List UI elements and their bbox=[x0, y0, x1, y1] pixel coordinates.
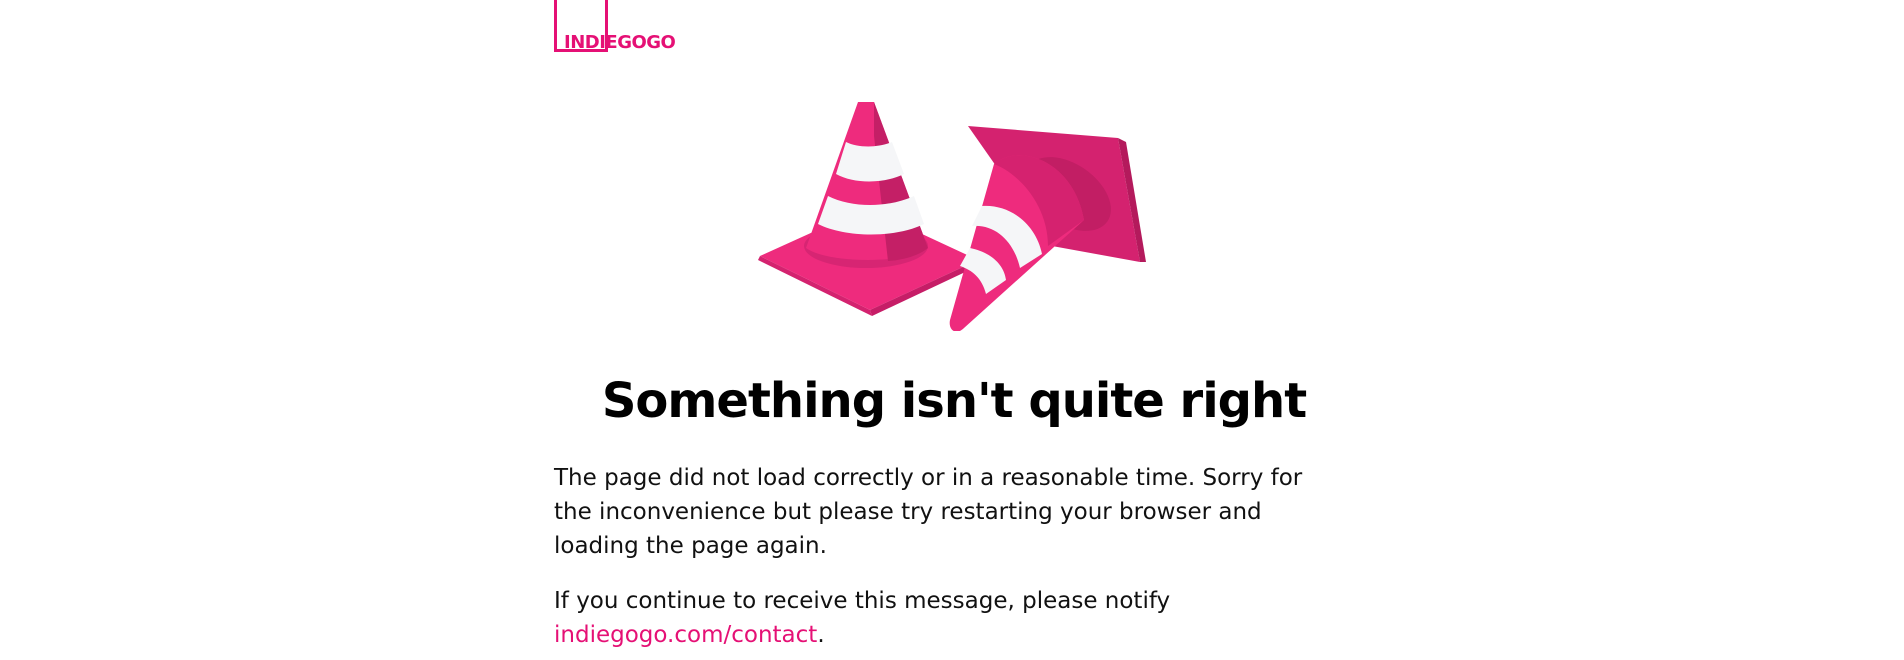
error-description: The page did not load correctly or in a … bbox=[554, 465, 1303, 559]
traffic-cones-icon bbox=[758, 102, 1146, 331]
contact-notice-text: If you continue to receive this message,… bbox=[554, 588, 1171, 614]
error-page: INDIEGOGO Something isn't quite right Th… bbox=[0, 0, 1904, 660]
logo-text: INDIEGOGO bbox=[564, 32, 676, 53]
error-title: Something isn't quite right bbox=[601, 373, 1307, 429]
contact-link[interactable]: indiegogo.com/contact bbox=[554, 622, 817, 648]
contact-notice-period: . bbox=[817, 622, 825, 648]
tipped-cone bbox=[949, 126, 1146, 331]
contact-notice: If you continue to receive this message,… bbox=[554, 584, 1334, 652]
standing-cone bbox=[758, 102, 978, 316]
